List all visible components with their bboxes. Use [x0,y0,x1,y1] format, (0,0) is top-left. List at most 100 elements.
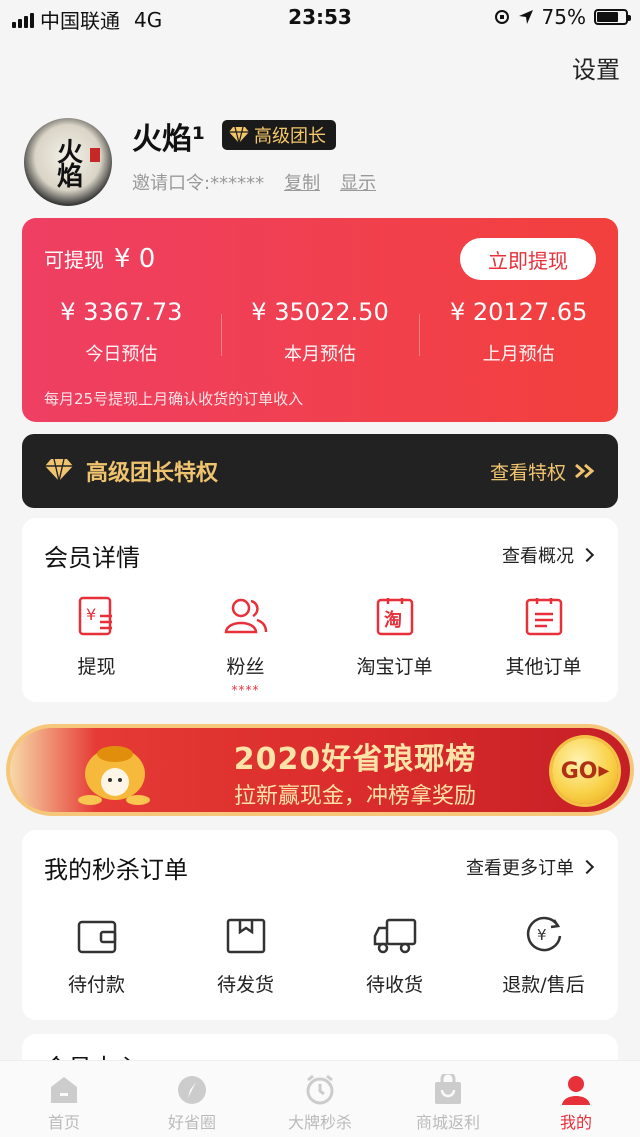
order-item-label: 退款/售后 [502,974,585,996]
alarm-icon [306,1074,334,1105]
fans-icon [224,598,267,634]
shopping-bag-icon [435,1074,461,1104]
member-details-title: 会员详情 [44,544,140,572]
tab-mall-rebate[interactable]: 商城返利 [384,1061,512,1137]
bottom-tab-bar: 首页 好省圈 大牌秒杀 商城返利 我的 [0,1060,640,1137]
withdraw-now-button[interactable]: 立即提现 [460,238,596,280]
svg-text:¥: ¥ [86,605,96,624]
tab-label: 商城返利 [415,1113,480,1132]
member-item-label: 粉丝 [226,656,265,678]
stat-this-month[interactable]: ¥ 35022.50 本月预估 [220,298,420,366]
chevron-right-icon [579,547,595,563]
order-item-label: 待收货 [365,974,423,996]
banner-go-button[interactable]: GO ▶ [552,738,618,804]
order-item-label: 待发货 [216,974,274,996]
withdrawable-label: 可提现 [44,248,104,272]
diamond-icon [45,458,73,482]
member-details-card: 会员详情 查看概况 ¥ 提现 粉丝 **** 淘 淘宝订单 其他订单 [22,518,618,702]
view-overview-link[interactable]: 查看概况 [502,542,596,568]
avatar-text: 火焰 [52,138,83,186]
balance-card: 可提现 ¥ 0 立即提现 ¥ 3367.73 今日预估 ¥ 35022.50 本… [22,218,618,422]
member-item-fans[interactable]: 粉丝 **** [171,590,320,697]
user-icon [562,1076,590,1105]
refund-icon: ¥ [526,916,561,952]
tab-home[interactable]: 首页 [0,1061,128,1137]
balance-note: 每月25号提现上月确认收货的订单收入 [44,390,304,408]
other-order-icon [525,598,562,636]
tab-haosheng-circle[interactable]: 好省圈 [128,1061,256,1137]
battery-percent: 75% [541,5,586,29]
view-privilege-link[interactable]: 查看特权 [490,458,596,485]
location-icon [518,10,533,24]
avatar[interactable]: 火焰 [24,118,112,206]
truck-icon [373,918,416,954]
vip-badge-label: 高级团长 [254,126,326,147]
member-item-label: 其他订单 [505,656,582,678]
tab-label: 我的 [559,1113,592,1132]
view-more-orders-link[interactable]: 查看更多订单 [466,854,596,880]
svg-text:¥: ¥ [537,926,547,944]
view-overview-label: 查看概况 [502,546,574,567]
avatar-seal [90,148,100,162]
privilege-title: 高级团长特权 [86,461,219,486]
svg-text:淘: 淘 [384,609,402,631]
member-item-taobao-orders[interactable]: 淘 淘宝订单 [320,590,469,697]
tab-label: 好省圈 [167,1113,216,1132]
stat-label: 本月预估 [284,344,356,365]
privilege-bar[interactable]: 高级团长特权 查看特权 [22,434,618,508]
stat-label: 今日预估 [85,344,158,365]
banner-go-label: GO [560,758,598,784]
withdrawable: 可提现 ¥ 0 [44,244,155,274]
order-refund[interactable]: ¥ 退款/售后 [469,908,618,997]
vip-badge: 高级团长 [222,120,336,150]
stat-value: ¥ 20127.65 [449,298,588,326]
stat-last-month[interactable]: ¥ 20127.65 上月预估 [419,298,618,366]
battery-icon [594,9,631,25]
settings-button[interactable]: 设置 [572,50,620,85]
status-bar: 中国联通 4G 23:53 75% [0,0,640,34]
compass-icon [178,1076,206,1104]
home-icon [51,1077,77,1103]
member-item-other-orders[interactable]: 其他订单 [469,590,618,697]
show-link[interactable]: 显示 [340,169,376,195]
play-icon: ▶ [598,763,610,779]
stat-value: ¥ 3367.73 [60,298,183,326]
member-item-withdraw[interactable]: ¥ 提现 [22,590,171,697]
flash-orders-card: 我的秒杀订单 查看更多订单 待付款 待发货 待收货 ¥ 退款/售后 [22,830,618,1020]
banner-title: 2020好省琅琊榜 [233,742,477,777]
mascot-illustration [78,746,150,805]
invite-row: 邀请口令:****** 复制 显示 [132,169,376,195]
chevron-right-icon [579,859,595,875]
copy-link[interactable]: 复制 [284,169,320,195]
tab-label: 首页 [47,1113,80,1132]
tab-mine[interactable]: 我的 [512,1061,640,1137]
lock-rotation-icon [494,10,509,24]
ranking-banner[interactable]: 2020好省琅琊榜 拉新赢现金，冲榜拿奖励 GO ▶ [6,724,634,816]
view-more-orders-label: 查看更多订单 [466,858,574,879]
wallet-icon [77,920,116,954]
user-name: 火焰¹ [132,122,206,157]
view-privilege-label: 查看特权 [489,461,566,484]
tab-label: 大牌秒杀 [287,1113,352,1132]
double-chevron-right-icon [575,463,595,479]
earnings-stats: ¥ 3367.73 今日预估 ¥ 35022.50 本月预估 ¥ 20127.6… [22,298,618,366]
member-item-label: 淘宝订单 [356,656,433,678]
withdraw-icon: ¥ [78,596,112,636]
flash-orders-title: 我的秒杀订单 [44,856,188,884]
fans-count-masked: **** [231,683,260,697]
order-item-label: 待付款 [67,974,125,996]
order-pending-receipt[interactable]: 待收货 [320,908,469,997]
invite-code: 邀请口令:****** [132,173,265,194]
stat-label: 上月预估 [482,344,555,365]
stat-value: ¥ 35022.50 [251,298,389,326]
order-pending-shipment[interactable]: 待发货 [171,908,320,997]
banner-subtitle: 拉新赢现金，冲榜拿奖励 [233,784,476,809]
taobao-order-icon: 淘 [376,598,413,636]
tab-flash-sale[interactable]: 大牌秒杀 [256,1061,384,1137]
stat-today[interactable]: ¥ 3367.73 今日预估 [22,298,221,366]
withdrawable-amount: ¥ 0 [114,244,156,274]
diamond-icon [229,126,249,144]
member-item-label: 提现 [77,656,116,678]
order-pending-payment[interactable]: 待付款 [22,908,171,997]
box-icon [226,918,265,954]
